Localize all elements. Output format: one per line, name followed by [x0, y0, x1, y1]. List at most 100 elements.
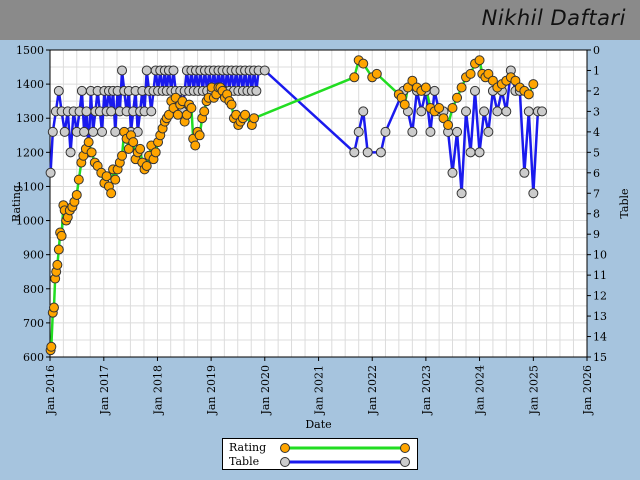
rating-point [420, 82, 431, 93]
x-tick-label: Jan 2020 [259, 365, 272, 416]
table-point [528, 188, 539, 199]
rating-point [349, 72, 360, 83]
y-right-tick-label: 2 [593, 85, 600, 98]
table-point [483, 126, 494, 137]
rating-point [56, 230, 67, 241]
rating-point [128, 137, 139, 148]
table-point [492, 106, 503, 117]
rating-point [358, 58, 369, 69]
table-point [407, 126, 418, 137]
table-point [461, 106, 472, 117]
table-point [251, 85, 262, 96]
y-right-axis-title: Table [618, 188, 631, 218]
table-point [425, 126, 436, 137]
table-point [141, 65, 152, 76]
y-right-tick-label: 15 [593, 351, 607, 364]
table-point [465, 147, 476, 158]
y-left-axis-title: Rating [10, 185, 23, 222]
table-point [380, 126, 391, 137]
table-point [349, 147, 360, 158]
rating-point [371, 68, 382, 79]
y-right-tick-label: 9 [593, 228, 600, 241]
table-point [469, 85, 480, 96]
rating-point [52, 259, 63, 270]
x-tick-label: Jan 2025 [527, 365, 540, 416]
table-point [353, 126, 364, 137]
y-right-tick-label: 3 [593, 105, 600, 118]
table-point [81, 106, 92, 117]
rating-point [528, 79, 539, 90]
table-point [519, 167, 530, 178]
y-right-tick-label: 6 [593, 167, 600, 180]
x-tick-label: Jan 2026 [581, 365, 594, 416]
rating-point [240, 109, 251, 120]
table-point [358, 106, 369, 117]
rating-point [172, 109, 183, 120]
y-right-tick-label: 0 [593, 44, 600, 57]
rating-point [83, 137, 94, 148]
y-right-tick-label: 1 [593, 64, 600, 77]
rating-point [46, 341, 57, 352]
y-right-tick-label: 5 [593, 146, 600, 159]
y-left-tick-label: 800 [23, 283, 44, 296]
table-point [76, 85, 87, 96]
rating-point [141, 160, 152, 171]
table-point [452, 126, 463, 137]
x-tick-label: Jan 2017 [98, 365, 111, 416]
rating-point [456, 82, 467, 93]
rating-point [399, 99, 410, 110]
table-point [501, 106, 512, 117]
rating-point [71, 189, 82, 200]
legend-label-table: Table [229, 455, 260, 468]
table-point [65, 147, 76, 158]
y-right-tick-label: 8 [593, 208, 600, 221]
legend: Rating Table [222, 438, 418, 470]
table-point [79, 126, 90, 137]
y-left-tick-label: 700 [23, 317, 44, 330]
rating-point [48, 302, 59, 313]
table-point [47, 126, 58, 137]
rating-point [117, 150, 128, 161]
rating-point [452, 92, 463, 103]
y-left-tick-label: 1500 [16, 44, 44, 57]
table-point [537, 106, 548, 117]
table-point [447, 167, 458, 178]
rating-table-chart: 600700800900100011001200130014001500 0123… [10, 44, 631, 431]
table-point [146, 106, 157, 117]
y-left-tick-label: 1200 [16, 146, 44, 159]
rating-point [106, 188, 117, 199]
legend-swatch-rating [280, 443, 410, 453]
table-point [110, 126, 121, 137]
table-point [456, 188, 467, 199]
x-tick-label: Jan 2024 [474, 365, 487, 416]
rating-point [226, 99, 237, 110]
y-right-tick-label: 11 [593, 269, 607, 282]
table-point [479, 106, 490, 117]
y-right-tick-label: 7 [593, 187, 600, 200]
table-point [375, 147, 386, 158]
rating-point [135, 143, 146, 154]
x-tick-label: Jan 2022 [366, 365, 379, 416]
table-point [168, 65, 179, 76]
table-point [523, 106, 534, 117]
table-point [59, 126, 70, 137]
table-point [97, 126, 108, 137]
x-tick-label: Jan 2021 [313, 365, 326, 416]
table-point [429, 85, 440, 96]
table-point [416, 106, 427, 117]
y-left-tick-label: 1400 [16, 78, 44, 91]
rating-point [465, 68, 476, 79]
y-right-tick-label: 14 [593, 331, 607, 344]
rating-point [199, 106, 210, 117]
y-left-tick-label: 1300 [16, 112, 44, 125]
rating-point [523, 89, 534, 100]
x-tick-label: Jan 2019 [205, 365, 218, 416]
rating-point [434, 102, 445, 113]
rating-point [73, 174, 84, 185]
x-tick-label: Jan 2016 [44, 365, 57, 416]
rating-point [53, 244, 64, 255]
rating-point [110, 174, 121, 185]
rating-point [150, 147, 161, 158]
table-point [106, 106, 117, 117]
table-point [117, 65, 128, 76]
